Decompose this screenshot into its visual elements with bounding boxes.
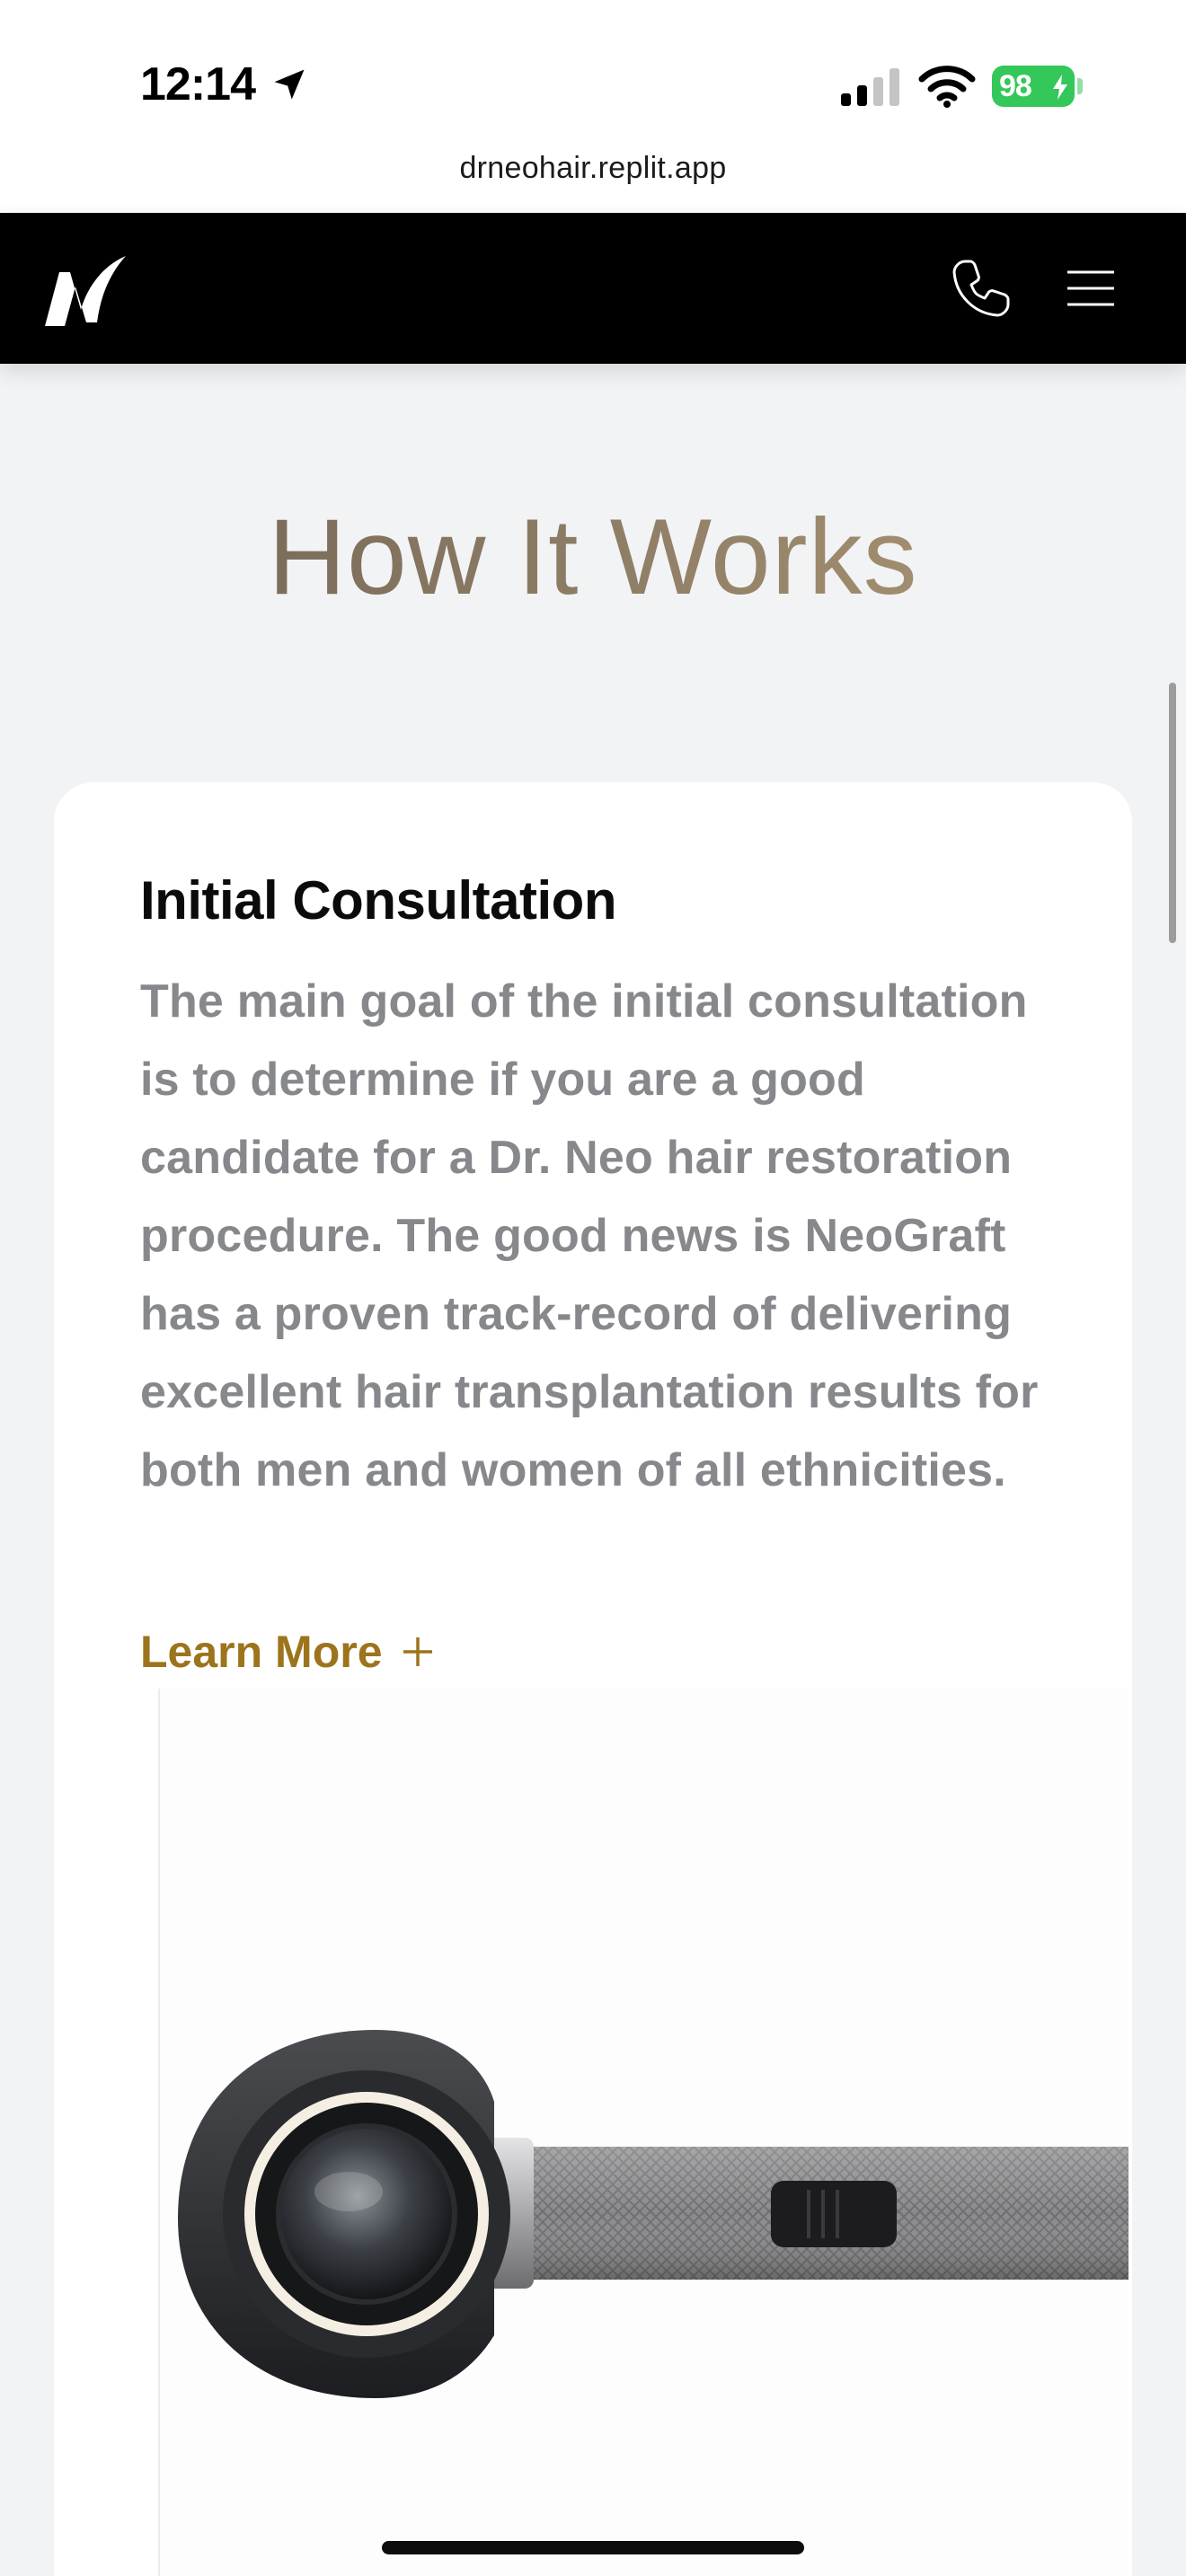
- neo-logo-icon[interactable]: [40, 252, 129, 330]
- card-title: Initial Consultation: [140, 870, 616, 931]
- address-bar-url[interactable]: drneohair.replit.app: [0, 151, 1186, 186]
- home-indicator: [382, 2541, 804, 2554]
- scrollbar[interactable]: [1169, 683, 1176, 943]
- learn-more-link[interactable]: Learn More: [140, 1626, 437, 1678]
- battery-icon: 98: [992, 66, 1075, 107]
- section-title: How It Works: [0, 503, 1186, 611]
- site-header: [0, 213, 1186, 364]
- battery-cap: [1077, 78, 1083, 94]
- learn-more-label: Learn More: [140, 1627, 383, 1677]
- cellular-signal-icon: [841, 68, 899, 106]
- dermatoscope-illustration: [178, 2030, 1128, 2398]
- status-time: 12:14: [140, 58, 256, 110]
- plus-icon: [403, 1637, 432, 1666]
- card-description: The main goal of the initial consultatio…: [140, 975, 1039, 1496]
- battery-level: 98: [999, 68, 1032, 103]
- wifi-icon: [918, 66, 976, 108]
- dermatoscope-device-image: [158, 1689, 1128, 2576]
- hamburger-menu-icon[interactable]: [1057, 254, 1125, 322]
- status-bar: 12:14 98 drneohair.replit.app: [0, 0, 1186, 213]
- location-arrow-icon: [274, 69, 305, 100]
- charging-bolt-icon: [1053, 75, 1067, 100]
- phone-icon[interactable]: [945, 252, 1017, 324]
